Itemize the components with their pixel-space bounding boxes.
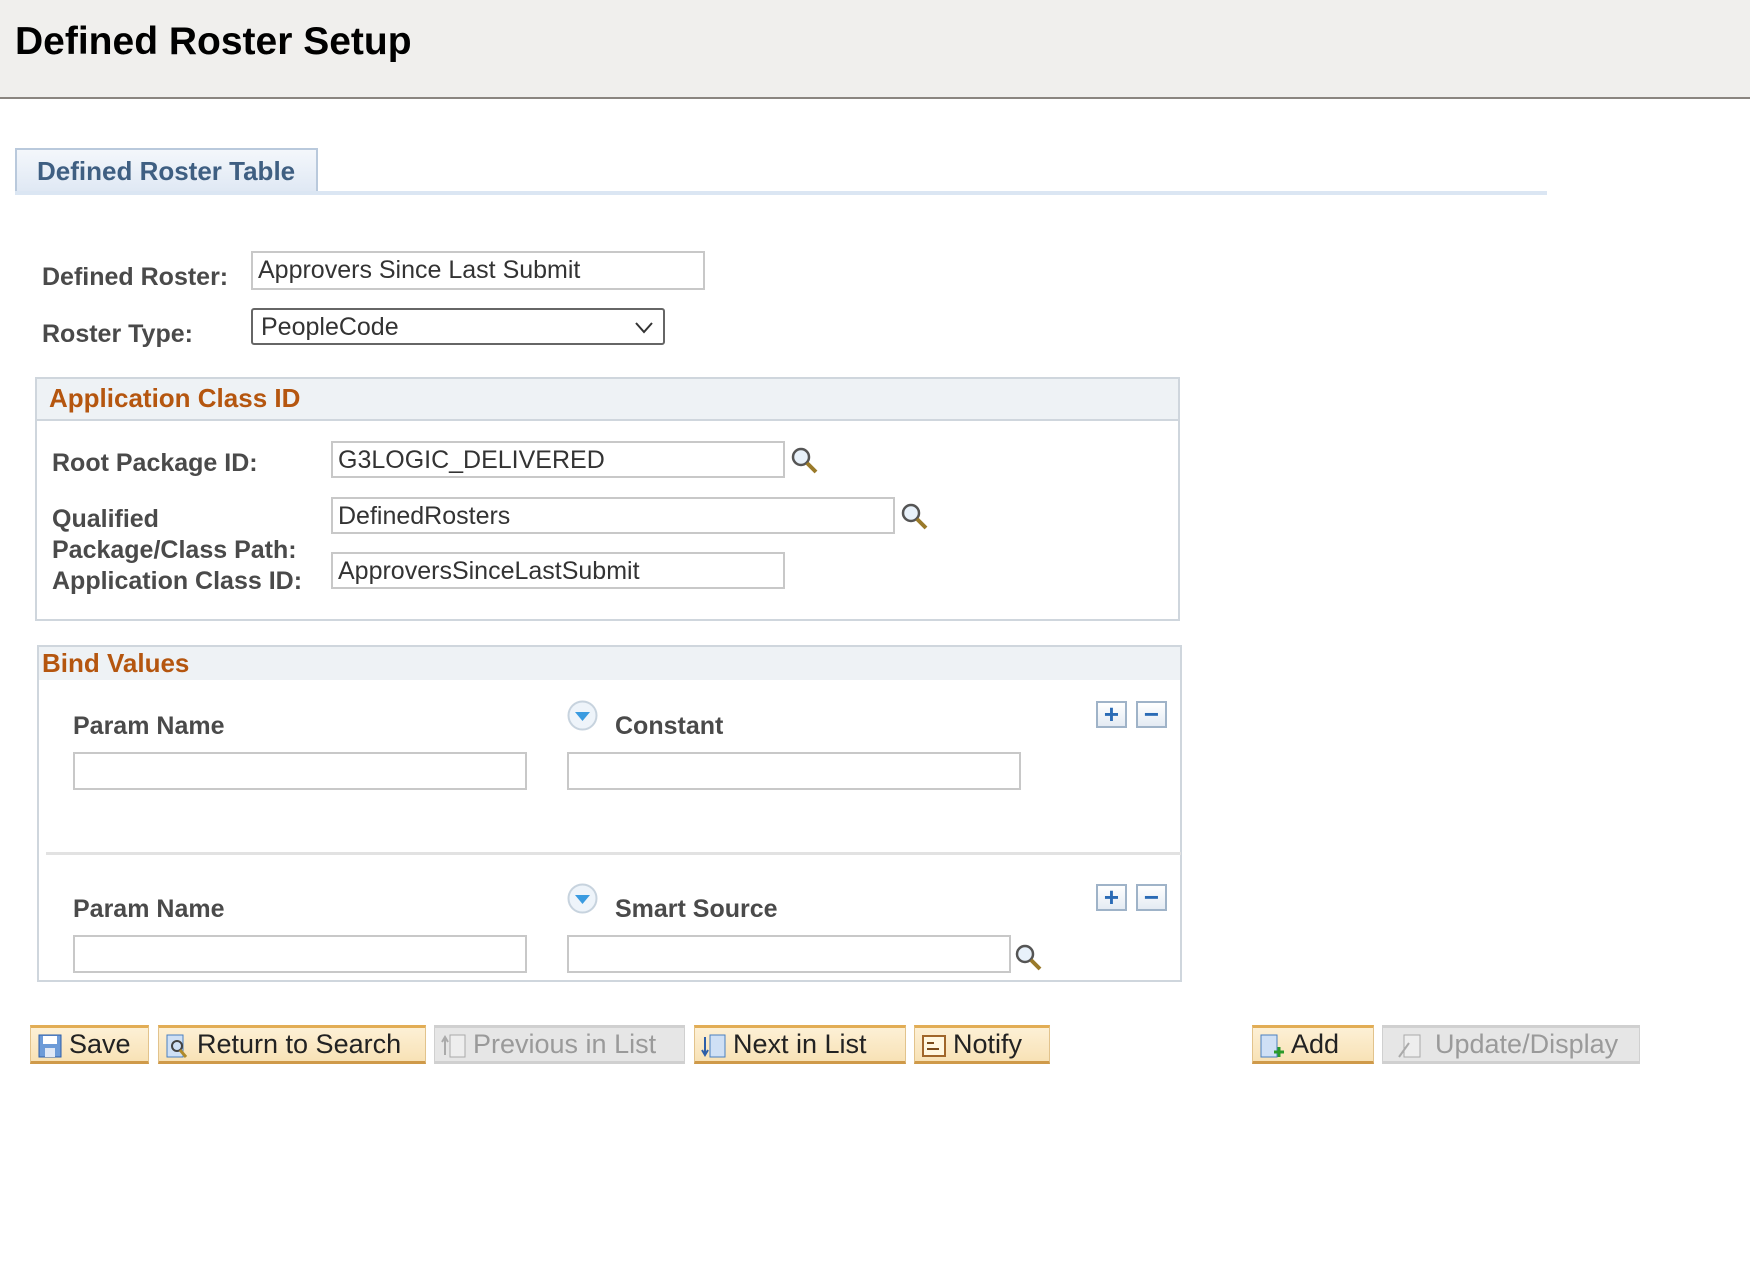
save-button[interactable]: Save [30,1025,149,1064]
row-divider [46,852,1181,855]
smart-source-input[interactable] [567,935,1011,973]
plus-icon: + [1103,882,1120,912]
root-package-input[interactable]: G3LOGIC_DELIVERED [331,441,785,478]
param-name-input[interactable] [73,935,527,973]
bind-values-section: Bind Values [37,645,1182,982]
app-class-id-input[interactable]: ApproversSinceLastSubmit [331,552,785,589]
section-title: Bind Values [39,647,1180,680]
dropdown-circle-icon[interactable] [567,883,598,914]
smart-source-label: Smart Source [615,895,778,923]
constant-label: Constant [615,712,724,740]
roster-type-select[interactable]: PeopleCode [251,308,665,345]
page-title: Defined Roster Setup [15,20,412,63]
delete-row-button[interactable]: − [1136,701,1167,728]
tab-defined-roster-table[interactable]: Defined Roster Table [15,148,318,192]
qualified-path-label-2: Package/Class Path: [52,536,297,564]
next-in-list-icon [701,1034,726,1058]
add-row-button[interactable]: + [1096,884,1127,911]
next-in-list-label: Next in List [733,1029,867,1059]
roster-type-value: PeopleCode [261,313,399,341]
search-icon[interactable] [899,501,929,531]
tab-divider [15,191,1547,195]
chevron-down-icon [635,322,653,334]
param-name-input[interactable] [73,752,527,790]
defined-roster-label: Defined Roster: [42,263,229,291]
param-name-label: Param Name [73,712,225,740]
return-to-search-label: Return to Search [197,1029,402,1059]
app-class-id-label: Application Class ID: [52,567,303,595]
param-name-label: Param Name [73,895,225,923]
dropdown-circle-icon[interactable] [567,700,598,731]
delete-row-button[interactable]: − [1136,884,1167,911]
add-row-button[interactable]: + [1096,701,1127,728]
previous-in-list-icon [441,1034,466,1058]
previous-in-list-label: Previous in List [473,1029,657,1059]
qualified-path-label-1: Qualified [52,505,159,533]
update-display-label: Update/Display [1435,1029,1619,1059]
page-header: Defined Roster Setup [0,0,1750,99]
roster-type-label: Roster Type: [42,320,193,348]
notify-button[interactable]: Notify [914,1025,1050,1064]
constant-input[interactable] [567,752,1021,790]
add-button[interactable]: Add [1252,1025,1374,1064]
defined-roster-input[interactable]: Approvers Since Last Submit [251,251,705,290]
plus-icon: + [1103,699,1120,729]
add-label: Add [1291,1029,1340,1059]
notify-label: Notify [953,1029,1023,1059]
qualified-path-input[interactable]: DefinedRosters [331,497,895,534]
root-package-label: Root Package ID: [52,449,258,477]
add-icon [1260,1034,1284,1058]
minus-icon: − [1143,882,1160,912]
notify-icon [922,1035,946,1057]
update-display-button[interactable]: Update/Display [1382,1025,1640,1064]
return-to-search-button[interactable]: Return to Search [158,1025,426,1064]
next-in-list-button[interactable]: Next in List [694,1025,906,1064]
save-icon [38,1034,62,1058]
minus-icon: − [1143,699,1160,729]
previous-in-list-button[interactable]: Previous in List [434,1025,685,1064]
save-label: Save [69,1029,131,1059]
search-icon[interactable] [789,445,819,475]
section-title: Application Class ID [37,379,1178,421]
return-to-search-icon [166,1034,188,1058]
update-display-icon [1398,1034,1421,1058]
search-icon[interactable] [1013,942,1043,972]
